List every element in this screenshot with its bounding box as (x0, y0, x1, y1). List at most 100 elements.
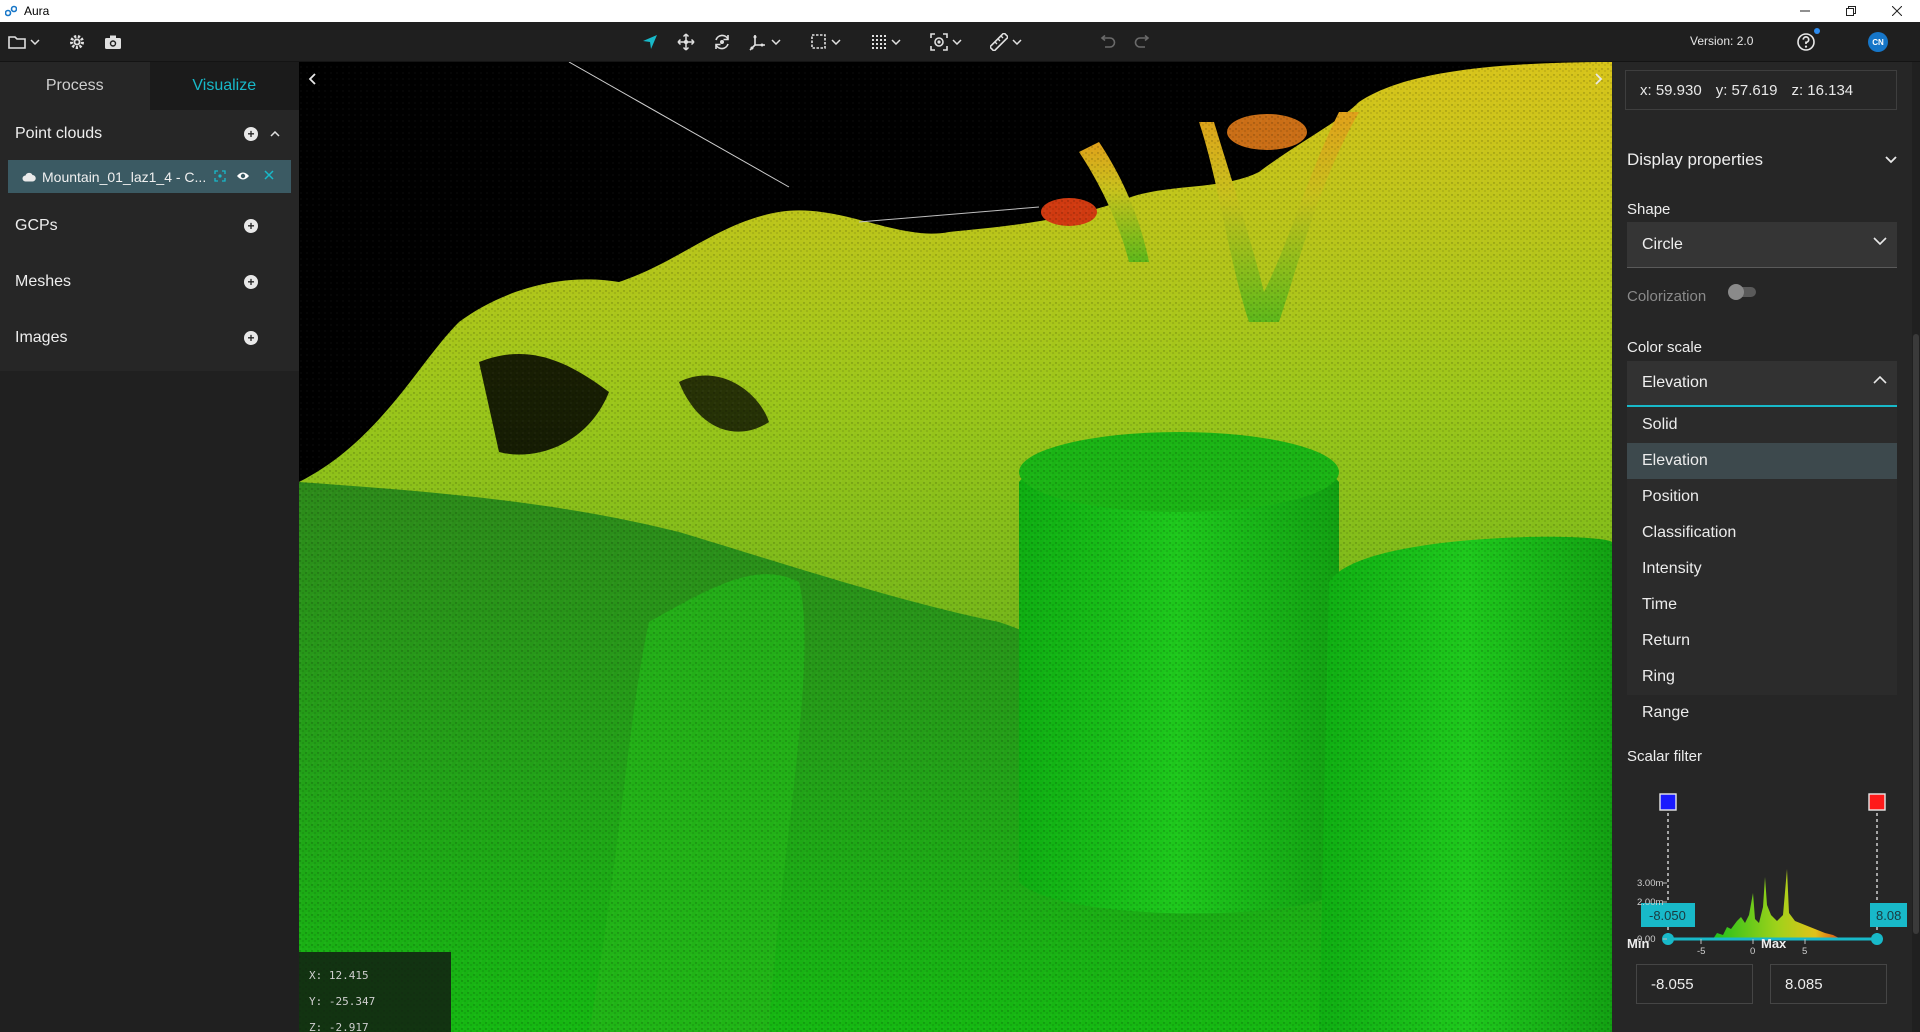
rotate-icon (715, 34, 729, 50)
meshes-section: Meshes + (0, 266, 299, 298)
add-mesh-icon[interactable]: + (244, 275, 258, 289)
add-point-cloud-icon[interactable]: + (244, 127, 258, 141)
display-properties-header[interactable]: Display properties (1627, 150, 1897, 170)
option-return[interactable]: Return (1627, 623, 1897, 659)
coord-z: z: 16.134 (1791, 81, 1854, 99)
color-scale-value: Elevation (1642, 374, 1708, 391)
chevron-down-icon (952, 39, 962, 45)
max-value-input[interactable]: 8.085 (1770, 964, 1887, 1004)
minimize-button[interactable] (1782, 0, 1828, 22)
y-tick-3: 3.00m (1637, 878, 1663, 889)
option-solid[interactable]: Solid (1627, 407, 1897, 443)
settings-button[interactable] (68, 30, 86, 54)
shape-select[interactable]: Circle (1627, 222, 1897, 268)
chevron-down-icon (891, 39, 901, 45)
left-sidebar: Process Visualize Point clouds + Mountai… (0, 62, 299, 1032)
tab-process[interactable]: Process (0, 62, 150, 110)
option-intensity[interactable]: Intensity (1627, 551, 1897, 587)
option-range[interactable]: Range (1627, 695, 1897, 731)
app-window: Aura Version: 2.0 CN Process Visualize P… (0, 0, 1920, 1032)
main-toolbar: Version: 2.0 CN (0, 22, 1920, 62)
box-select-button[interactable] (811, 30, 841, 54)
restore-button[interactable] (1828, 0, 1874, 22)
folder-icon (8, 36, 26, 49)
option-elevation[interactable]: Elevation (1627, 443, 1897, 479)
scalar-filter-histogram: 3.00m 2.00m 0.00 -5 0 5 -8.050 8.08 (1627, 787, 1907, 957)
cloud-icon (22, 172, 36, 182)
focus-point-cloud-icon[interactable] (214, 170, 226, 182)
high-marker[interactable] (1868, 793, 1886, 811)
chevron-right-icon (1595, 73, 1603, 85)
cursor-coordinates: X: 12.415 Y: -25.347 Z: -2.917 (299, 952, 451, 1032)
scrollbar-track[interactable] (1912, 62, 1920, 1032)
color-scale-label: Color scale (1627, 339, 1703, 356)
3d-viewport[interactable]: X: 12.415 Y: -25.347 Z: -2.917 (299, 62, 1612, 1032)
chevron-left-icon (308, 73, 316, 85)
close-window-button[interactable] (1874, 0, 1920, 22)
scrollbar-thumb[interactable] (1913, 334, 1919, 934)
point-cloud-render (299, 62, 1612, 1032)
chevron-down-icon (831, 39, 841, 45)
folder-menu-button[interactable] (8, 30, 40, 54)
orbit-tool-button[interactable] (713, 30, 731, 54)
chevron-down-icon (1873, 237, 1887, 245)
right-properties-panel: x: 59.930 y: 57.619 z: 16.134 Display pr… (1612, 62, 1920, 1032)
colorization-toggle[interactable] (1728, 284, 1756, 300)
chevron-down-icon (1885, 156, 1897, 164)
axis-view-button[interactable] (749, 30, 781, 54)
help-button[interactable] (1796, 30, 1816, 54)
add-image-icon[interactable]: + (244, 331, 258, 345)
select-tool-button[interactable] (642, 30, 658, 54)
redo-icon (1134, 35, 1150, 48)
min-value-input[interactable]: -8.055 (1636, 964, 1753, 1004)
eye-icon[interactable] (236, 170, 250, 182)
point-clouds-section: Point clouds + (0, 118, 299, 150)
option-classification[interactable]: Classification (1627, 515, 1897, 551)
tab-visualize[interactable]: Visualize (149, 62, 299, 110)
collapse-chevron-up-icon[interactable] (268, 127, 282, 141)
chevron-down-icon (1012, 39, 1022, 45)
gear-icon (70, 35, 84, 49)
undo-button[interactable] (1098, 30, 1116, 54)
aura-logo-icon (4, 4, 18, 18)
grid-button[interactable] (871, 30, 901, 54)
user-avatar[interactable]: CN (1868, 32, 1888, 52)
section-title: Meshes (15, 273, 72, 290)
pan-tool-button[interactable] (677, 30, 695, 54)
measure-button[interactable] (990, 30, 1022, 54)
collapse-left-panel-button[interactable] (303, 70, 321, 88)
panel-tabs: Process Visualize (0, 62, 299, 110)
selection-box-icon (811, 34, 826, 49)
shape-label: Shape (1627, 201, 1671, 218)
low-marker[interactable] (1659, 793, 1677, 811)
add-gcp-icon[interactable]: + (244, 219, 258, 233)
screenshot-button[interactable] (104, 30, 122, 54)
sidebar-empty-area (0, 371, 299, 1032)
cursor-y: Y: -25.347 (309, 995, 376, 1008)
focus-button[interactable] (930, 30, 962, 54)
option-time[interactable]: Time (1627, 587, 1897, 623)
option-ring[interactable]: Ring (1627, 659, 1897, 695)
color-scale-select[interactable]: Elevation (1627, 361, 1897, 407)
focus-target-icon (930, 33, 948, 51)
option-position[interactable]: Position (1627, 479, 1897, 515)
gcps-section: GCPs + (0, 210, 299, 242)
x-tick-0: 0 (1750, 946, 1755, 957)
collapse-right-panel-button[interactable] (1590, 70, 1608, 88)
high-slider-handle[interactable] (1871, 933, 1883, 945)
move-icon (677, 33, 695, 51)
grid-icon (872, 35, 886, 49)
camera-icon (105, 35, 121, 49)
help-icon (1797, 33, 1815, 51)
colorization-label: Colorization (1627, 288, 1707, 305)
coord-y: y: 57.619 (1715, 81, 1778, 99)
axes-icon (749, 35, 765, 51)
notification-dot (1814, 28, 1820, 34)
max-label: Max (1761, 936, 1787, 951)
version-label: Version: 2.0 (1690, 34, 1754, 48)
chevron-down-icon (771, 39, 781, 45)
redo-button[interactable] (1134, 30, 1152, 54)
point-cloud-item[interactable]: Mountain_01_laz1_4 - C... (8, 160, 291, 193)
remove-point-cloud-icon[interactable] (264, 170, 274, 180)
shape-value: Circle (1642, 235, 1683, 253)
